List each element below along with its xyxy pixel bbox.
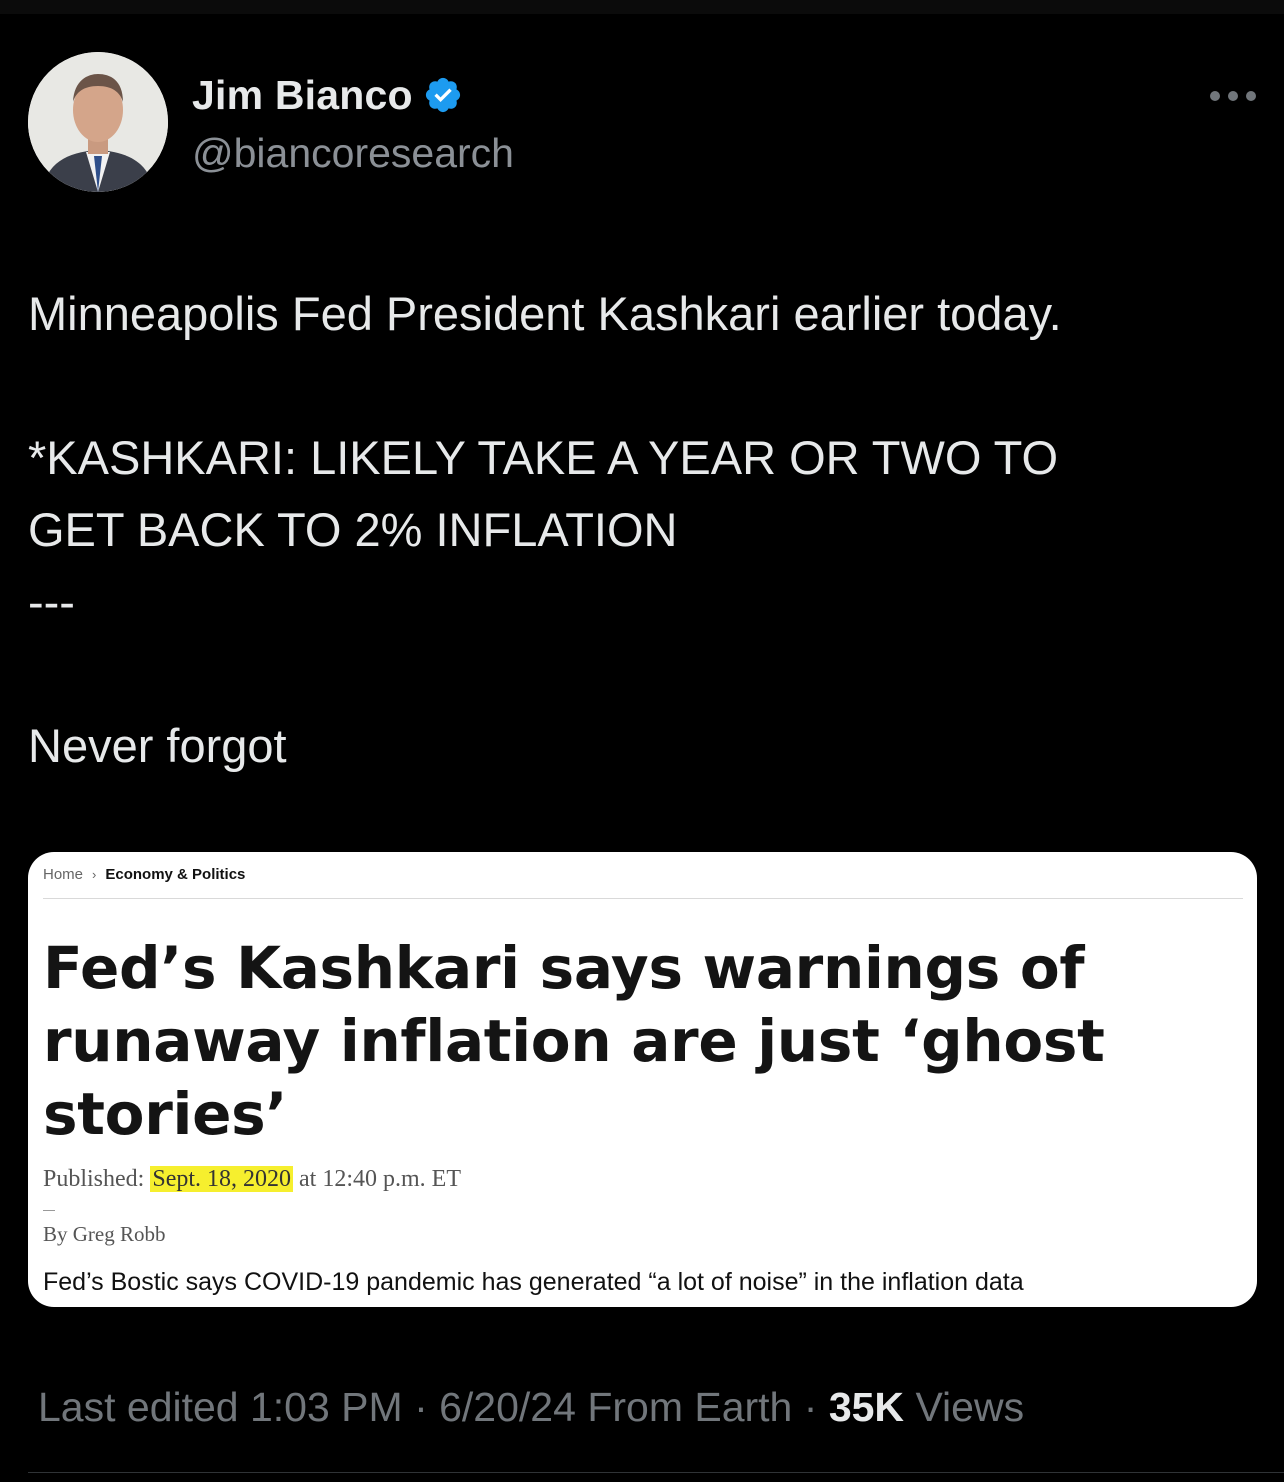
location-source: From Earth · [587, 1384, 818, 1430]
headline-line: Fed’s Kashkari says warnings of [43, 934, 1085, 1002]
display-name[interactable]: Jim Bianco [192, 72, 413, 119]
author-info: Jim Bianco @biancoresearch [192, 70, 514, 177]
headline-line: runaway inflation are just ‘ghost [43, 1007, 1105, 1075]
divider [28, 1472, 1284, 1473]
tweet-text-line: *KASHKARI: LIKELY TAKE A YEAR OR TWO TO [28, 431, 1059, 484]
display-name-row: Jim Bianco [192, 70, 514, 120]
byline-divider [43, 1210, 55, 1211]
tweet-text-line: --- [28, 575, 75, 628]
verified-badge-icon[interactable] [423, 75, 463, 115]
divider [43, 898, 1243, 899]
profile-photo [28, 52, 168, 192]
avatar[interactable] [28, 52, 168, 192]
chevron-right-icon: › [92, 867, 97, 882]
tweet-text-line: Never forgot [28, 719, 287, 772]
views-count: 35K [828, 1384, 905, 1430]
tweet-header: Jim Bianco @biancoresearch [28, 52, 1256, 197]
article-headline: Fed’s Kashkari says warnings of runaway … [43, 932, 1223, 1151]
published-line: Published: Sept. 18, 2020 at 12:40 p.m. … [43, 1166, 461, 1193]
published-time: at 12:40 p.m. ET [299, 1166, 461, 1192]
byline: By Greg Robb [43, 1222, 166, 1246]
headline-line: stories’ [43, 1080, 288, 1148]
breadcrumb: Home › Economy & Politics [43, 866, 245, 883]
more-dot [1228, 91, 1238, 101]
breadcrumb-section: Economy & Politics [105, 866, 246, 883]
top-status-strip [0, 0, 1284, 14]
published-date-highlight: Sept. 18, 2020 [150, 1166, 294, 1192]
tweet-text-line: Minneapolis Fed President Kashkari earli… [28, 287, 1062, 340]
published-label: Published: [43, 1166, 145, 1192]
breadcrumb-home: Home [43, 866, 84, 883]
tweet-meta: Last edited 1:03 PM · 6/20/24 From Earth… [38, 1384, 1024, 1431]
more-horizontal-icon[interactable] [1210, 90, 1256, 102]
tweet-text-line: GET BACK TO 2% INFLATION [28, 503, 678, 556]
more-dot [1210, 91, 1220, 101]
attached-image[interactable]: Home › Economy & Politics Fed’s Kashkari… [28, 852, 1257, 1307]
related-headline: Fed’s Bostic says COVID-19 pandemic has … [43, 1268, 1024, 1296]
more-dot [1246, 91, 1256, 101]
author-handle[interactable]: @biancoresearch [192, 130, 514, 177]
edited-timestamp[interactable]: Last edited 1:03 PM · 6/20/24 [38, 1384, 576, 1430]
views-label: Views [915, 1384, 1025, 1430]
